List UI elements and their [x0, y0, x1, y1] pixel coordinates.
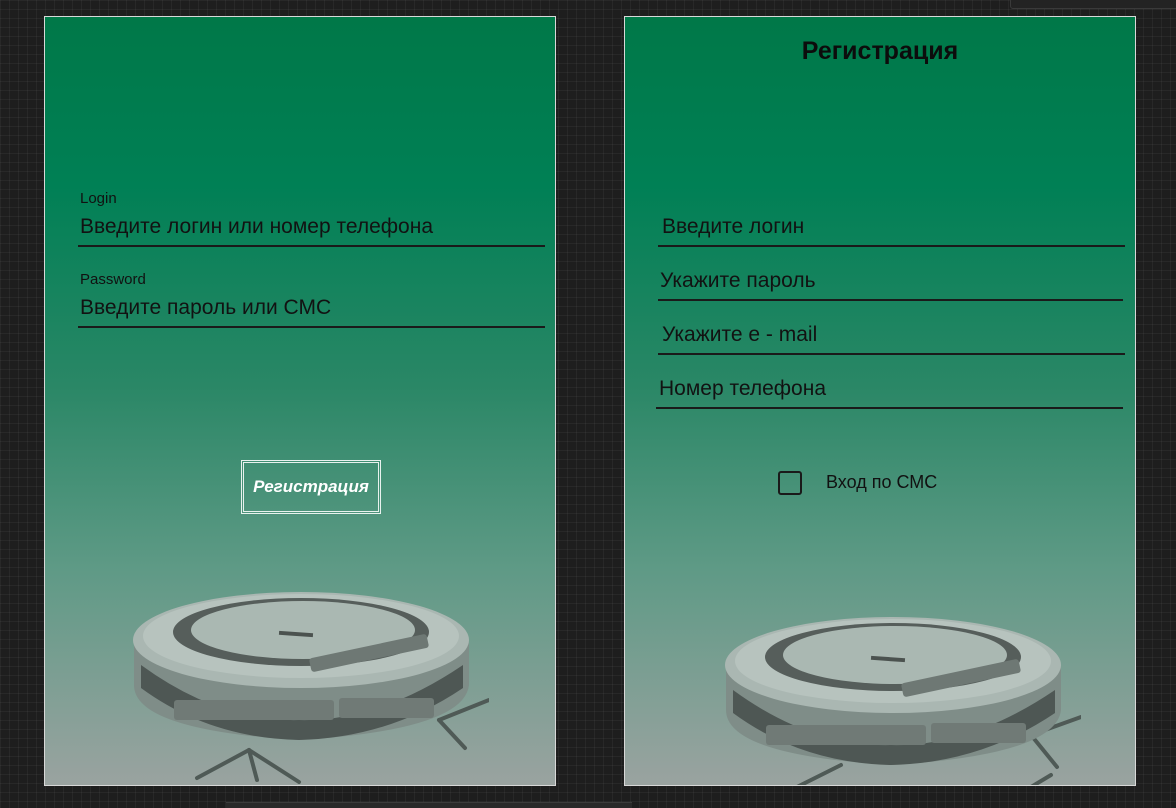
login-label: Login [80, 190, 117, 207]
login-input-underline [78, 245, 545, 247]
password-input-underline [78, 326, 545, 328]
reg-login-underline [658, 245, 1125, 247]
reg-phone-underline [656, 407, 1123, 409]
reg-email-input[interactable]: Укажите e - mail [662, 323, 817, 347]
reg-phone-input[interactable]: Номер телефона [659, 377, 826, 401]
page-title: Регистрация [801, 37, 959, 65]
login-input[interactable]: Введите логин или номер телефона [80, 215, 433, 239]
robot-vacuum-image [725, 617, 1081, 785]
password-input[interactable]: Введите пароль или СМС [80, 296, 331, 320]
password-label: Password [80, 271, 146, 288]
reg-email-underline [658, 353, 1125, 355]
register-button[interactable]: Регистрация [241, 460, 381, 514]
robot-vacuum-image [133, 592, 489, 784]
sms-login-label: Вход по СМС [826, 472, 938, 492]
reg-password-input[interactable]: Укажите пароль [660, 269, 816, 293]
sms-login-checkbox[interactable] [778, 471, 802, 495]
reg-password-underline [658, 299, 1123, 301]
top-right-panel [1010, 0, 1176, 9]
reg-login-input[interactable]: Введите логин [662, 215, 804, 239]
login-screen: Login Введите логин или номер телефона P… [44, 16, 556, 786]
register-screen: Регистрация Введите логин Укажите пароль… [624, 16, 1136, 786]
bottom-scrollbar[interactable] [226, 802, 632, 808]
